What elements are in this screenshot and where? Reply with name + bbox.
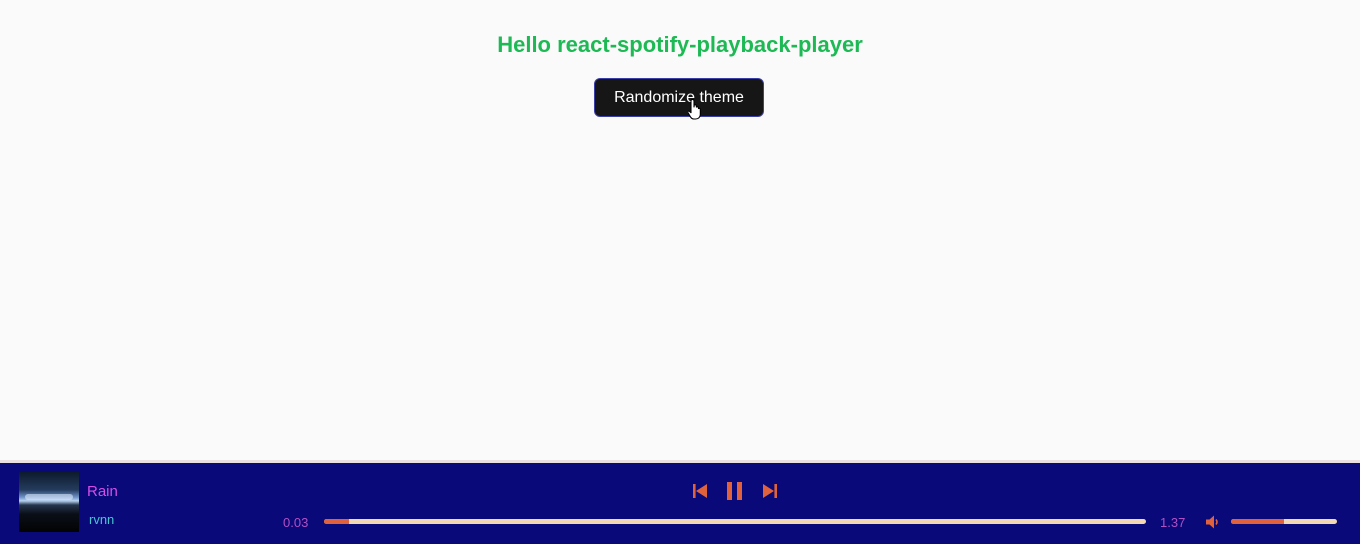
randomize-theme-button[interactable]: Randomize theme: [594, 78, 764, 117]
page: Hello react-spotify-playback-player Rand…: [0, 0, 1360, 544]
pause-button[interactable]: [724, 480, 746, 502]
progress-bar[interactable]: [324, 519, 1146, 524]
album-cover: [19, 472, 79, 532]
skip-previous-icon: [693, 484, 707, 498]
total-duration: 1.37: [1160, 515, 1186, 530]
elapsed-time: 0.03: [283, 515, 309, 530]
volume-fill: [1231, 519, 1284, 524]
pause-icon: [727, 482, 742, 500]
progress-fill: [324, 519, 349, 524]
page-title: Hello react-spotify-playback-player: [497, 32, 863, 57]
playback-bar: Rain rvnn 0.03 1.37: [0, 460, 1360, 544]
track-title[interactable]: Rain: [87, 483, 118, 500]
next-button[interactable]: [760, 480, 780, 502]
volume-slider[interactable]: [1231, 519, 1337, 524]
skip-next-icon: [763, 484, 777, 498]
artist-name[interactable]: rvnn: [89, 512, 114, 527]
volume-icon[interactable]: [1205, 514, 1221, 530]
previous-button[interactable]: [690, 480, 710, 502]
